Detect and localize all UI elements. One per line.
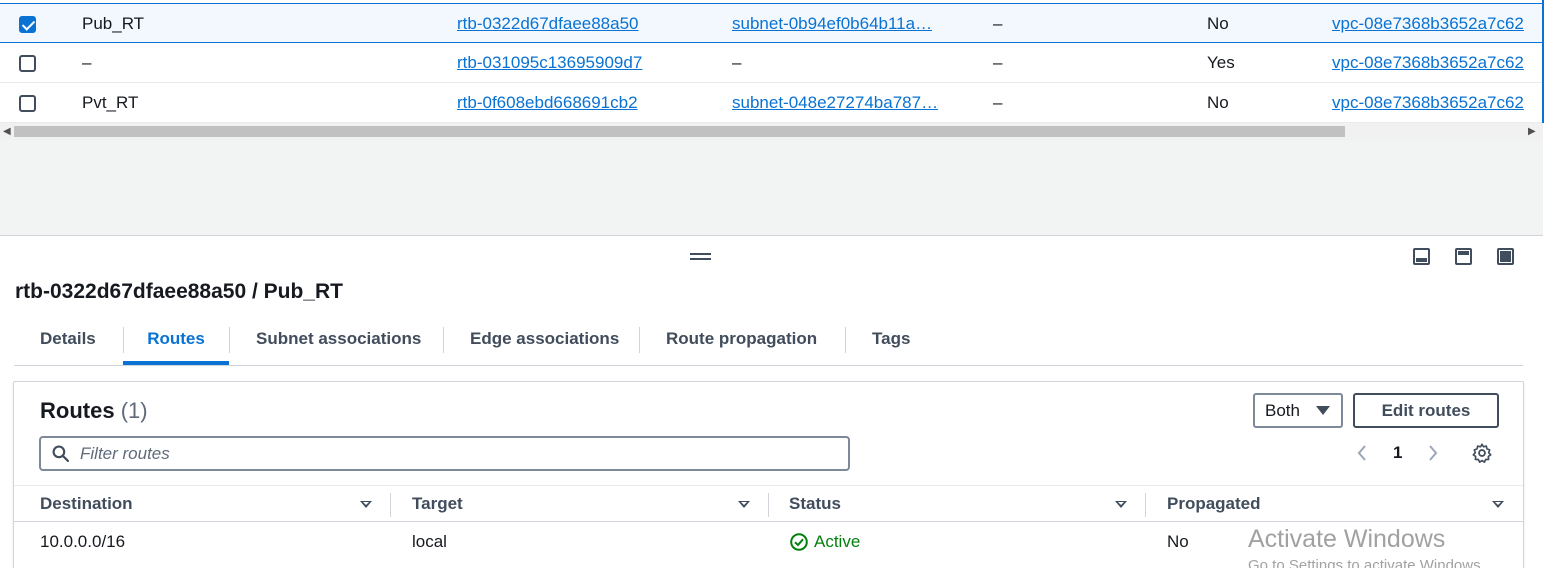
tab-subnet-associations[interactable]: Subnet associations xyxy=(256,320,421,365)
route-table-name: – xyxy=(82,53,92,72)
tab-divider xyxy=(229,327,230,353)
tab-divider xyxy=(845,327,846,353)
panel-side-icon[interactable] xyxy=(1455,248,1472,265)
route-table-row[interactable]: Pvt_RT rtb-0f608ebd668691cb2 subnet-048e… xyxy=(0,83,1543,123)
split-divider xyxy=(0,235,1543,236)
panel-full-icon[interactable] xyxy=(1497,248,1514,265)
route-status: Active xyxy=(814,532,861,551)
filter-routes-field[interactable] xyxy=(39,436,850,471)
main-flag: No xyxy=(1207,14,1229,33)
chevron-right-icon[interactable] xyxy=(1428,442,1438,464)
route-type-select[interactable]: Both xyxy=(1253,393,1343,428)
checkbox-icon[interactable] xyxy=(19,16,36,33)
scrollbar-thumb[interactable] xyxy=(14,126,1345,137)
route-table-id-link[interactable]: rtb-0f608ebd668691cb2 xyxy=(457,83,687,123)
column-divider[interactable] xyxy=(768,493,769,517)
tab-divider xyxy=(443,327,444,353)
activate-windows-subtext: Go to Settings to activate Windows. xyxy=(1248,557,1485,568)
edge-association: – xyxy=(993,14,1003,33)
status-ok-icon xyxy=(790,533,808,551)
route-table-id-link[interactable]: rtb-031095c13695909d7 xyxy=(457,43,687,83)
vpc-link[interactable]: vpc-08e7368b3652a7c62 xyxy=(1332,83,1543,123)
route-table-row[interactable]: – rtb-031095c13695909d7 – – Yes vpc-08e7… xyxy=(0,43,1543,83)
edge-association: – xyxy=(993,53,1003,72)
tab-divider xyxy=(639,327,640,353)
column-divider[interactable] xyxy=(1145,493,1146,517)
sort-icon[interactable] xyxy=(738,501,750,508)
filter-routes-input[interactable] xyxy=(80,438,840,469)
checkbox-icon[interactable] xyxy=(19,95,36,112)
scroll-right-icon[interactable]: ▶ xyxy=(1528,126,1536,137)
tab-route-propagation[interactable]: Route propagation xyxy=(666,320,817,365)
route-table-name: Pvt_RT xyxy=(82,93,139,112)
tab-edge-associations[interactable]: Edge associations xyxy=(470,320,619,365)
gear-icon[interactable] xyxy=(1471,442,1493,464)
edge-association: – xyxy=(993,93,1003,112)
subnet-link[interactable]: subnet-048e27274ba787… xyxy=(732,83,952,123)
selection-edge xyxy=(1542,0,1544,123)
subnet-value: – xyxy=(732,53,742,72)
column-target[interactable]: Target xyxy=(412,486,463,522)
route-type-value: Both xyxy=(1265,401,1300,420)
routes-heading: Routes (1) xyxy=(40,398,148,424)
routes-title: Routes xyxy=(40,398,115,423)
page-number[interactable]: 1 xyxy=(1393,442,1402,464)
tab-details[interactable]: Details xyxy=(40,320,96,365)
tab-bar: Details Routes Subnet associations Edge … xyxy=(14,320,1523,366)
routes-table-header: Destination Target Status Propagated xyxy=(14,485,1523,522)
chevron-left-icon[interactable] xyxy=(1357,442,1367,464)
sort-icon[interactable] xyxy=(1115,501,1127,508)
search-icon xyxy=(52,445,69,462)
sort-icon[interactable] xyxy=(1492,501,1504,508)
edit-routes-button[interactable]: Edit routes xyxy=(1353,393,1499,428)
main-flag: No xyxy=(1207,93,1229,112)
tab-tags[interactable]: Tags xyxy=(872,320,910,365)
sort-icon[interactable] xyxy=(360,501,372,508)
routes-count: (1) xyxy=(120,398,148,423)
checkbox-icon[interactable] xyxy=(19,55,36,72)
subnet-link[interactable]: subnet-0b94ef0b64b11a… xyxy=(732,4,952,44)
vpc-link[interactable]: vpc-08e7368b3652a7c62 xyxy=(1332,43,1543,83)
tab-routes[interactable]: Routes xyxy=(123,320,229,365)
activate-windows-watermark: Activate Windows xyxy=(1248,525,1446,553)
route-table-id-link[interactable]: rtb-0322d67dfaee88a50 xyxy=(457,4,687,44)
page-title: rtb-0322d67dfaee88a50 / Pub_RT xyxy=(15,280,343,303)
caret-down-icon xyxy=(1316,406,1330,415)
column-propagated[interactable]: Propagated xyxy=(1167,486,1261,522)
vpc-link[interactable]: vpc-08e7368b3652a7c62 xyxy=(1332,4,1543,44)
horizontal-scrollbar[interactable]: ◀ ▶ xyxy=(0,123,1543,140)
route-table-row[interactable]: Pub_RT rtb-0322d67dfaee88a50 subnet-0b94… xyxy=(0,3,1543,43)
route-target: local xyxy=(412,532,447,551)
drag-handle-icon[interactable] xyxy=(690,253,711,260)
column-divider[interactable] xyxy=(390,493,391,517)
main-flag: Yes xyxy=(1207,53,1235,72)
scroll-left-icon[interactable]: ◀ xyxy=(3,126,11,137)
route-table-name: Pub_RT xyxy=(82,14,145,33)
panel-bottom-icon[interactable] xyxy=(1413,248,1430,265)
column-destination[interactable]: Destination xyxy=(40,486,133,522)
route-propagated: No xyxy=(1167,532,1189,551)
table-empty-area xyxy=(0,140,1543,235)
column-status[interactable]: Status xyxy=(789,486,841,522)
route-destination: 10.0.0.0/16 xyxy=(40,532,126,551)
